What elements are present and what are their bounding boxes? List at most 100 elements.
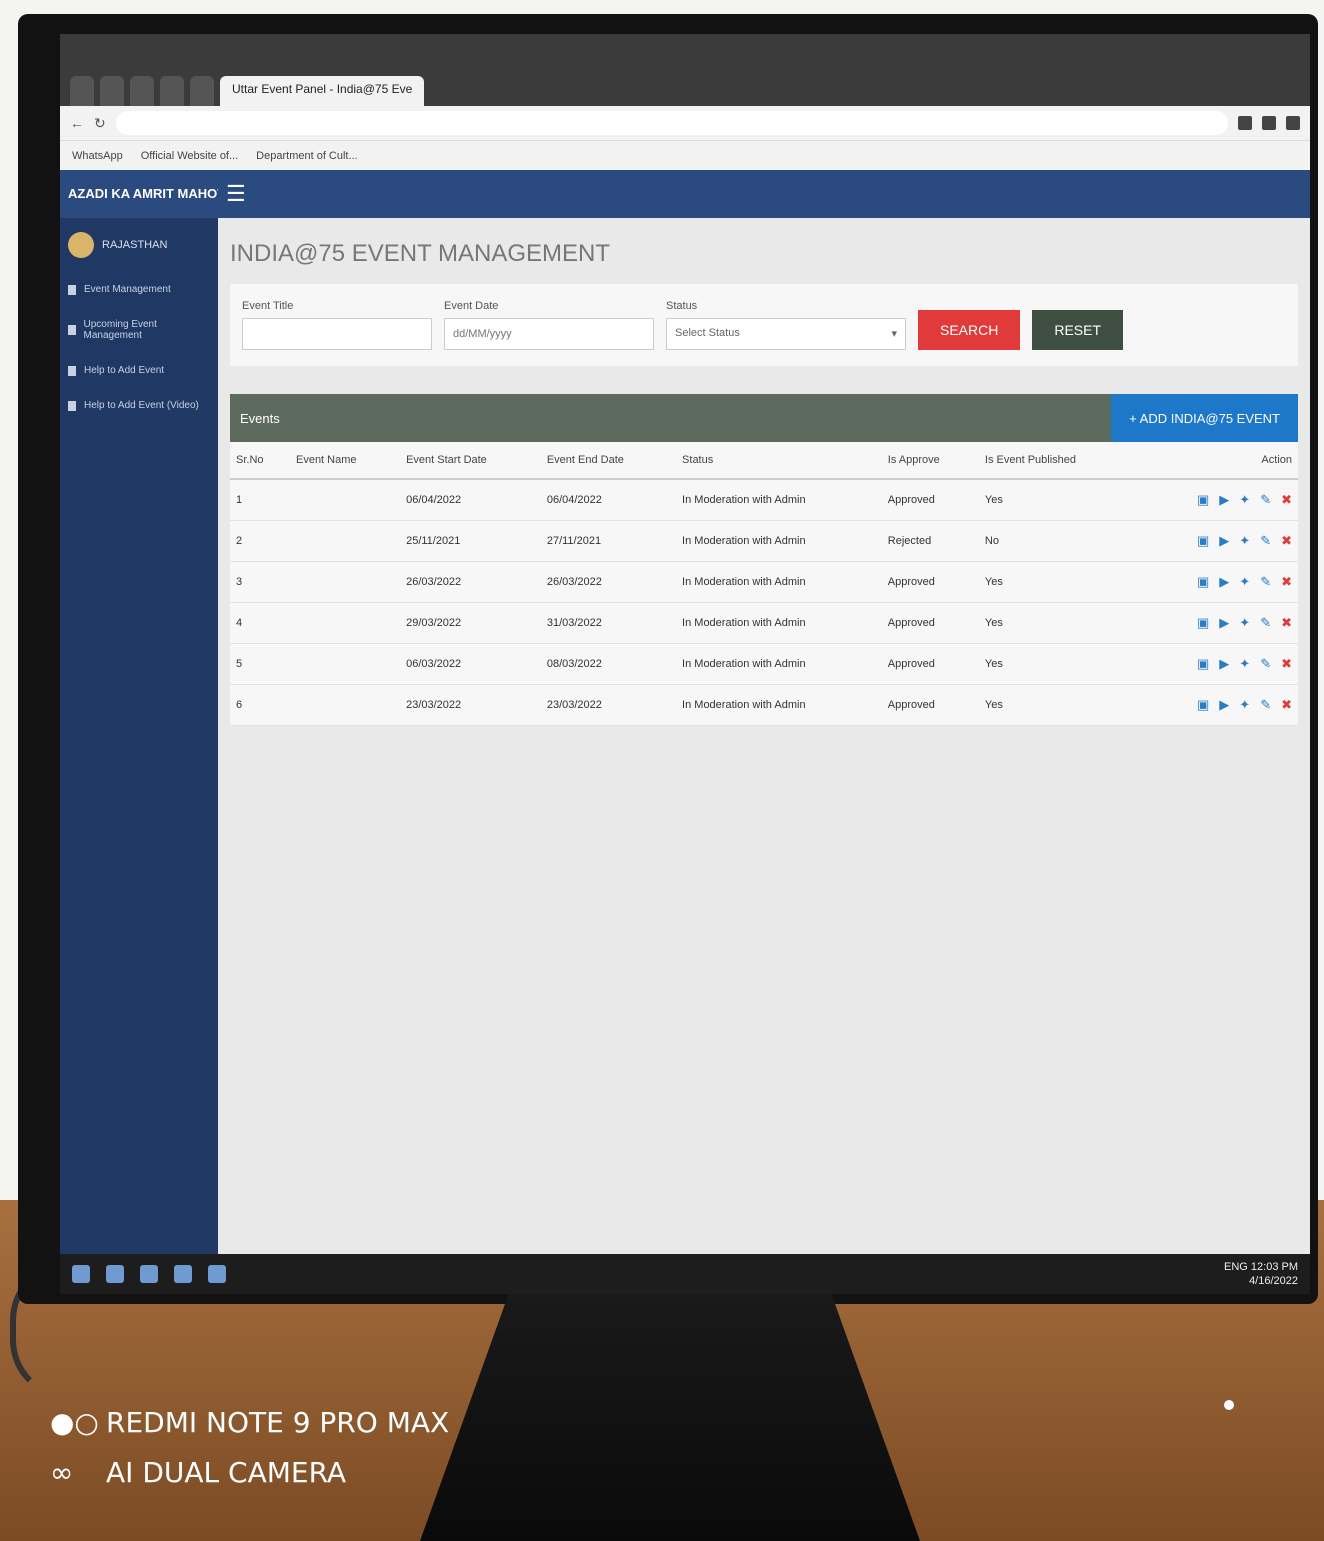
bookmark[interactable]: WhatsApp <box>72 150 123 162</box>
cell-name <box>289 520 401 562</box>
browser-tab[interactable] <box>190 76 214 106</box>
status-label: Status <box>666 300 698 312</box>
image-icon[interactable]: ▣ <box>1197 492 1209 508</box>
browser-tab[interactable] <box>100 76 124 106</box>
watermark-line: REDMI NOTE 9 PRO MAX <box>106 1406 450 1439</box>
cell-actions: ▣ ▶ ✦ ✎ ✖ <box>1135 643 1298 685</box>
event-title-field: Event Title <box>242 300 432 350</box>
image-icon[interactable]: ▣ <box>1197 574 1209 590</box>
twitter-icon[interactable]: ✦ <box>1239 697 1250 713</box>
column-header: Status <box>676 442 882 480</box>
delete-icon[interactable]: ✖ <box>1281 615 1292 631</box>
edit-icon[interactable]: ✎ <box>1260 697 1271 713</box>
sidebar-item-help-video[interactable]: Help to Add Event (Video) <box>60 388 218 423</box>
table-row: 4 29/03/2022 31/03/2022 In Moderation with … <box>230 602 1298 644</box>
language-indicator[interactable]: ENG <box>1224 1261 1248 1273</box>
reload-icon[interactable]: ↻ <box>94 115 106 132</box>
file-explorer-icon[interactable] <box>140 1265 158 1283</box>
edit-icon[interactable]: ✎ <box>1260 615 1271 631</box>
windows-start-icon[interactable] <box>72 1265 90 1283</box>
twitter-icon[interactable]: ✦ <box>1239 615 1250 631</box>
video-icon[interactable]: ▶ <box>1219 574 1229 590</box>
twitter-icon[interactable]: ✦ <box>1239 533 1250 549</box>
status-select[interactable]: Select Status ▾ <box>666 318 906 350</box>
delete-icon[interactable]: ✖ <box>1281 492 1292 508</box>
cell-published: Yes <box>978 602 1136 644</box>
edit-icon[interactable]: ✎ <box>1260 492 1271 508</box>
event-date-input[interactable] <box>444 318 654 350</box>
video-icon[interactable]: ▶ <box>1219 492 1229 508</box>
infinity-icon: ∞ <box>50 1456 74 1489</box>
cell-published: No <box>978 520 1136 562</box>
cell-start: 25/11/2021 <box>400 520 541 562</box>
table-row: 6 23/03/2022 23/03/2022 In Moderation with … <box>230 684 1298 726</box>
sidebar-item-event-management[interactable]: Event Management <box>60 272 218 307</box>
video-icon[interactable]: ▶ <box>1219 656 1229 672</box>
status-field: Status Select Status ▾ <box>666 300 906 350</box>
bookmark[interactable]: Department of Cult... <box>256 150 358 162</box>
table-row: 3 26/03/2022 26/03/2022 In Moderation with … <box>230 561 1298 603</box>
delete-icon[interactable]: ✖ <box>1281 533 1292 549</box>
edit-icon[interactable]: ✎ <box>1260 656 1271 672</box>
cell-status: In Moderation with Admin <box>676 602 882 644</box>
file-icon <box>68 284 76 295</box>
sidebar-item-upcoming-event[interactable]: Upcoming Event Management <box>60 307 218 353</box>
delete-icon[interactable]: ✖ <box>1281 697 1292 713</box>
back-icon[interactable]: ← <box>70 115 84 131</box>
image-icon[interactable]: ▣ <box>1197 697 1209 713</box>
twitter-icon[interactable]: ✦ <box>1239 656 1250 672</box>
twitter-icon[interactable]: ✦ <box>1239 492 1250 508</box>
app-icon[interactable] <box>208 1265 226 1283</box>
edge-icon[interactable] <box>106 1265 124 1283</box>
bookmark[interactable]: Official Website of... <box>141 150 238 162</box>
sidebar-item-help[interactable]: Help to Add Event <box>60 353 218 388</box>
url-field[interactable] <box>115 111 1228 135</box>
cell-published: Yes <box>978 643 1136 685</box>
system-tray: ENG 12:03 PM 4/16/2022 <box>1224 1260 1298 1288</box>
cell-actions: ▣ ▶ ✦ ✎ ✖ <box>1135 602 1298 644</box>
status-selected: Select Status <box>675 327 740 339</box>
cell-actions: ▣ ▶ ✦ ✎ ✖ <box>1135 479 1298 521</box>
edit-icon[interactable]: ✎ <box>1260 574 1271 590</box>
extension-icon[interactable] <box>1286 116 1300 130</box>
event-title-input[interactable] <box>242 318 432 350</box>
browser-tab[interactable] <box>130 76 154 106</box>
column-header: Is Approve <box>881 442 979 480</box>
sidebar-item-label: Upcoming Event Management <box>83 319 157 341</box>
menu-icon[interactable]: ☰ <box>226 181 246 207</box>
chrome-icon[interactable] <box>174 1265 192 1283</box>
events-table: Sr.No Event Name Event Start Date Event … <box>230 442 1298 726</box>
cell-end: 27/11/2021 <box>540 520 677 562</box>
video-icon[interactable]: ▶ <box>1219 697 1229 713</box>
file-icon <box>68 325 76 335</box>
twitter-icon[interactable]: ✦ <box>1239 574 1250 590</box>
image-icon[interactable]: ▣ <box>1197 533 1209 549</box>
edit-icon[interactable]: ✎ <box>1260 533 1271 549</box>
delete-icon[interactable]: ✖ <box>1281 656 1292 672</box>
video-icon[interactable]: ▶ <box>1219 615 1229 631</box>
cell-end: 23/03/2022 <box>540 684 677 726</box>
cell-published: Yes <box>978 684 1136 726</box>
add-event-button[interactable]: + ADD INDIA@75 EVENT <box>1111 394 1298 442</box>
browser-tab[interactable] <box>160 76 184 106</box>
search-button[interactable]: SEARCH <box>918 310 1021 350</box>
image-icon[interactable]: ▣ <box>1197 615 1209 631</box>
cell-actions: ▣ ▶ ✦ ✎ ✖ <box>1135 561 1298 603</box>
chevron-down-icon: ▾ <box>891 328 897 340</box>
page-title: INDIA@75 EVENT MANAGEMENT <box>230 240 610 267</box>
video-icon <box>68 400 76 411</box>
cell-name <box>289 479 401 521</box>
taskbar: ENG 12:03 PM 4/16/2022 <box>60 1254 1310 1294</box>
browser-tab-active[interactable]: Uttar Event Panel - India@75 Eve <box>220 76 425 106</box>
extension-icon[interactable] <box>1238 116 1252 130</box>
extension-icon[interactable] <box>1262 116 1276 130</box>
cell-name <box>289 684 401 726</box>
delete-icon[interactable]: ✖ <box>1281 574 1292 590</box>
image-icon[interactable]: ▣ <box>1197 656 1209 672</box>
reset-button[interactable]: RESET <box>1032 310 1124 350</box>
video-icon[interactable]: ▶ <box>1219 533 1229 549</box>
sidebar: AZADI KA AMRIT MAHOTSAV RAJASTHAN Event … <box>60 170 251 1294</box>
column-header: Event Name <box>289 442 401 480</box>
cell-end: 31/03/2022 <box>540 602 677 644</box>
browser-tab[interactable] <box>70 76 94 106</box>
